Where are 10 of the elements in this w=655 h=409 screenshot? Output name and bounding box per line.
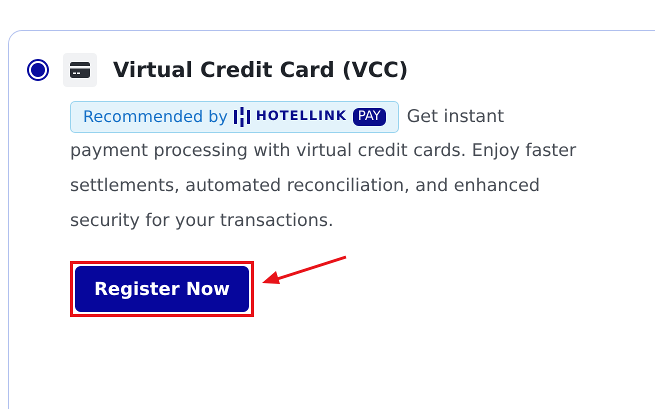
option-title: Virtual Credit Card (VCC): [113, 58, 408, 82]
badge-label: Recommended by: [83, 106, 228, 128]
register-button[interactable]: Register Now: [75, 266, 249, 312]
description-lead: Get instant: [406, 106, 504, 126]
radio-button[interactable]: [27, 59, 49, 81]
brand-tag: PAY: [352, 108, 386, 126]
brand-name: HOTELLINK: [256, 108, 347, 126]
bars-logo-icon: [234, 106, 250, 126]
option-description: payment processing with virtual credit cards. Enjoy faster settlements, automated reconciliation, and enhanced security for your transactions.: [70, 140, 578, 233]
credit-card-icon: [63, 53, 97, 87]
